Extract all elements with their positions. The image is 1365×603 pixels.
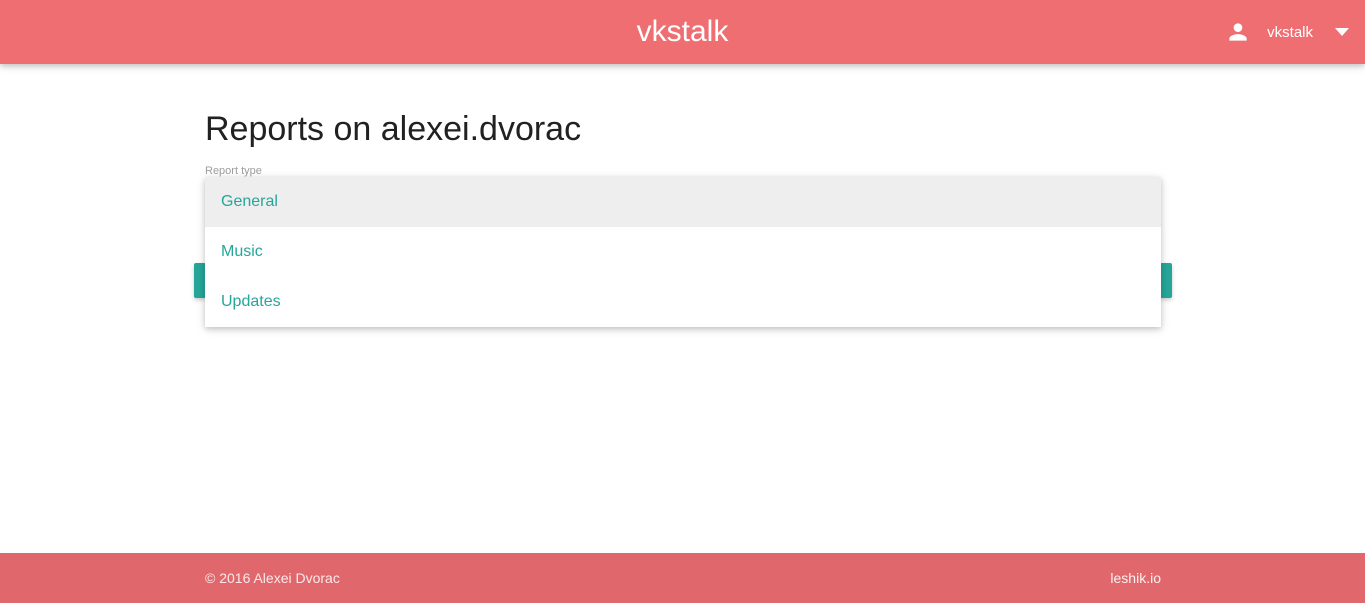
- caret-down-icon: [1335, 28, 1349, 36]
- footer-link[interactable]: leshik.io: [1110, 570, 1161, 586]
- username-label: vkstalk: [1267, 23, 1313, 41]
- page-footer: © 2016 Alexei Dvorac leshik.io: [0, 553, 1365, 603]
- option-updates[interactable]: Updates: [205, 277, 1161, 327]
- copyright-text: © 2016 Alexei Dvorac: [205, 570, 340, 586]
- user-menu-button[interactable]: vkstalk: [1225, 0, 1349, 64]
- report-type-dropdown: General Music Updates: [205, 177, 1161, 327]
- brand-logo[interactable]: vkstalk: [0, 12, 1365, 52]
- page-title: Reports on alexei.dvorac: [205, 110, 582, 148]
- option-music[interactable]: Music: [205, 227, 1161, 277]
- option-general[interactable]: General: [205, 177, 1161, 227]
- submit-button-right-edge[interactable]: [1160, 263, 1172, 298]
- person-icon: [1229, 23, 1247, 41]
- report-type-label: Report type: [205, 165, 262, 177]
- top-navbar: vkstalk vkstalk: [0, 0, 1365, 64]
